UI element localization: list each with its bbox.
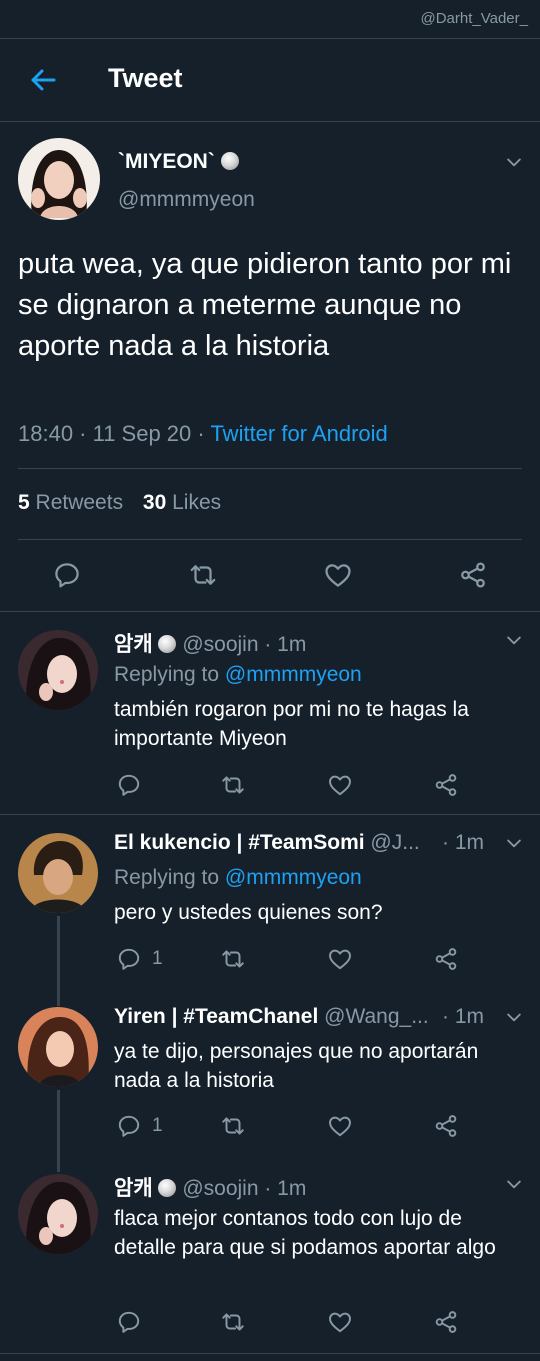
handle[interactable]: @soojin bbox=[182, 1177, 258, 1200]
retweet-icon[interactable] bbox=[220, 772, 246, 798]
avatar-photo bbox=[18, 1007, 98, 1087]
chevron-down-icon[interactable] bbox=[504, 630, 524, 650]
display-name[interactable]: 암캐 bbox=[114, 1177, 153, 1200]
likes-stat[interactable]: 30 Likes bbox=[143, 491, 221, 514]
replying-label: Replying to bbox=[114, 866, 220, 889]
avatar-photo bbox=[18, 833, 98, 913]
reply-count: 1 bbox=[152, 948, 163, 969]
reply-action[interactable]: 1 bbox=[116, 1112, 163, 1140]
reply-count: 1 bbox=[152, 1115, 163, 1136]
avatar-photo bbox=[18, 138, 100, 220]
retweet-icon[interactable] bbox=[220, 1309, 246, 1335]
reply-text: flaca mejor contanos todo con lujo de de… bbox=[114, 1207, 496, 1259]
reply-text: pero y ustedes quienes son? bbox=[114, 901, 383, 924]
display-name[interactable]: `MIYEON` bbox=[118, 150, 215, 173]
top-bar: Tweet bbox=[0, 38, 540, 122]
share-icon[interactable] bbox=[433, 946, 459, 972]
divider bbox=[18, 468, 522, 469]
handle[interactable]: @soojin bbox=[182, 633, 258, 656]
page-title: Tweet bbox=[108, 63, 183, 93]
heart-icon[interactable] bbox=[327, 1113, 353, 1139]
heart-icon[interactable] bbox=[323, 560, 353, 590]
source-link[interactable]: Twitter for Android bbox=[210, 421, 387, 446]
reply-icon bbox=[116, 946, 142, 972]
timestamp: · 1m bbox=[264, 1177, 307, 1200]
chevron-down-icon[interactable] bbox=[504, 1007, 524, 1027]
reply-icon[interactable] bbox=[116, 772, 142, 798]
avatar[interactable] bbox=[18, 630, 98, 710]
thread-line bbox=[57, 916, 60, 1006]
thread-line bbox=[57, 1090, 60, 1172]
handle[interactable]: @J... bbox=[370, 831, 419, 854]
heart-icon[interactable] bbox=[327, 946, 353, 972]
divider bbox=[0, 611, 540, 612]
heart-icon[interactable] bbox=[327, 1309, 353, 1335]
share-icon[interactable] bbox=[433, 1309, 459, 1335]
reply-text: también rogaron por mi no te hagas la im… bbox=[114, 698, 469, 750]
replying-label: Replying to bbox=[114, 663, 220, 686]
chevron-down-icon[interactable] bbox=[504, 152, 524, 172]
divider bbox=[0, 1353, 540, 1354]
avatar[interactable] bbox=[18, 1007, 98, 1087]
avatar[interactable] bbox=[18, 833, 98, 913]
share-icon[interactable] bbox=[433, 1113, 459, 1139]
handle[interactable]: @Wang_... bbox=[324, 1005, 429, 1028]
avatar-photo bbox=[18, 630, 98, 710]
avatar[interactable] bbox=[18, 1174, 98, 1254]
timestamp: 18:40 · 11 Sep 20 · bbox=[18, 421, 205, 446]
pearl-badge-icon bbox=[158, 1179, 177, 1197]
reply-icon[interactable] bbox=[52, 560, 82, 590]
avatar-photo bbox=[18, 1174, 98, 1254]
display-name[interactable]: Yiren | #TeamChanel bbox=[114, 1005, 318, 1028]
retweet-icon[interactable] bbox=[220, 1113, 246, 1139]
watermark: @Darht_Vader_ bbox=[420, 10, 528, 27]
retweets-count: 5 bbox=[18, 491, 30, 514]
avatar[interactable] bbox=[18, 138, 100, 220]
mention-link[interactable]: @mmmmyeon bbox=[225, 866, 362, 889]
heart-icon[interactable] bbox=[327, 772, 353, 798]
tweet-text: puta wea, ya que pidieron tanto por mi s… bbox=[18, 248, 512, 362]
reply-text: ya te dijo, personajes que no aportarán … bbox=[114, 1040, 479, 1092]
arrow-left-icon[interactable] bbox=[28, 65, 58, 95]
divider bbox=[18, 539, 522, 540]
chevron-down-icon[interactable] bbox=[504, 1174, 524, 1194]
timestamp: · 1m bbox=[442, 1005, 484, 1028]
retweet-icon[interactable] bbox=[188, 560, 218, 590]
reply-icon bbox=[116, 1113, 142, 1139]
timestamp: · 1m bbox=[442, 831, 484, 854]
pearl-badge-icon bbox=[158, 635, 177, 653]
share-icon[interactable] bbox=[433, 772, 459, 798]
timestamp: · 1m bbox=[264, 633, 307, 656]
display-name[interactable]: 암캐 bbox=[114, 633, 153, 656]
retweets-stat[interactable]: 5 Retweets bbox=[18, 491, 129, 514]
reply-action[interactable]: 1 bbox=[116, 945, 163, 973]
mention-link[interactable]: @mmmmyeon bbox=[225, 663, 362, 686]
handle[interactable]: @mmmmyeon bbox=[118, 188, 255, 212]
likes-count: 30 bbox=[142, 491, 167, 514]
pearl-badge-icon bbox=[220, 152, 239, 170]
likes-label: Likes bbox=[172, 491, 222, 514]
display-name[interactable]: El kukencio | #TeamSomi bbox=[114, 831, 365, 854]
retweets-label: Retweets bbox=[35, 491, 124, 514]
divider bbox=[0, 814, 540, 815]
share-icon[interactable] bbox=[458, 560, 488, 590]
retweet-icon[interactable] bbox=[220, 946, 246, 972]
reply-icon[interactable] bbox=[116, 1309, 142, 1335]
chevron-down-icon[interactable] bbox=[504, 833, 524, 853]
